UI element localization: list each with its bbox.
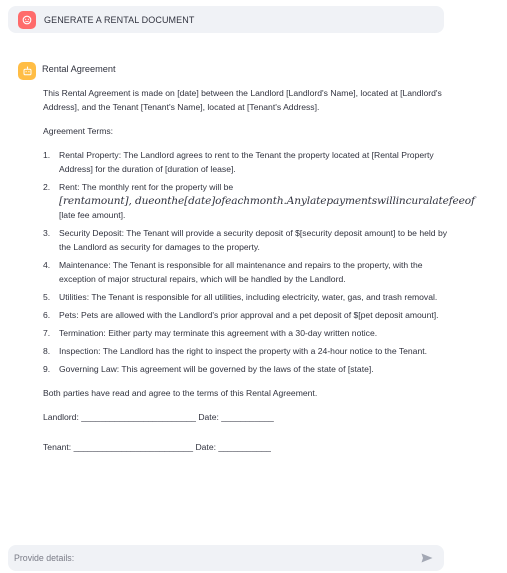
term-number: 9. (43, 364, 51, 374)
user-message: GENERATE A RENTAL DOCUMENT (8, 6, 444, 33)
term-text: Governing Law: This agreement will be go… (59, 364, 374, 374)
term-number: 2. (43, 182, 51, 192)
terms-heading: Agreement Terms: (43, 126, 114, 136)
term-text: Termination: Either party may terminate … (59, 328, 378, 338)
term-item: 3. Security Deposit: The Tenant will prov… (43, 226, 448, 254)
user-avatar-icon (18, 10, 36, 29)
term-tail-text: [late fee amount]. (59, 210, 126, 220)
intro-paragraph: This Rental Agreement is made on [date] … (43, 88, 442, 112)
term-item: 6. Pets: Pets are allowed with the Landlo… (43, 308, 448, 322)
term-item: 1. Rental Property: The Landlord agrees t… (43, 148, 448, 176)
term-text: Rent: The monthly rent for the property … (59, 182, 234, 192)
term-item: 5. Utilities: The Tenant is responsible f… (43, 290, 448, 304)
term-number: 6. (43, 310, 51, 320)
terms-list: 1. Rental Property: The Landlord agrees t… (43, 148, 475, 376)
term-text: Maintenance: The Tenant is responsible f… (59, 260, 423, 284)
term-item: 7. Termination: Either party may terminat… (43, 326, 448, 340)
chat-input-bar (8, 545, 444, 571)
term-text: Inspection: The Landlord has the right t… (59, 346, 428, 356)
term-number: 5. (43, 292, 51, 302)
term-number: 3. (43, 228, 51, 238)
term-number: 7. (43, 328, 51, 338)
tenant-signature-line: Tenant: _________________________ Date: … (43, 442, 271, 452)
chat-input[interactable] (14, 553, 394, 563)
term-text: Security Deposit: The Tenant will provid… (59, 228, 448, 252)
send-icon (421, 553, 433, 563)
rental-agreement-body: This Rental Agreement is made on [date] … (43, 86, 475, 470)
user-message-text: GENERATE A RENTAL DOCUMENT (44, 14, 195, 25)
term-text: Utilities: The Tenant is responsible for… (59, 292, 438, 302)
term-math-text: [rentamount], dueonthe[date]ofeachmonth.… (59, 195, 475, 207)
closing-paragraph: Both parties have read and agree to the … (43, 388, 318, 398)
term-number: 1. (43, 150, 51, 160)
term-item: 4. Maintenance: The Tenant is responsible… (43, 258, 448, 286)
assistant-avatar-icon (18, 62, 36, 80)
term-item: 8. Inspection: The Landlord has the right… (43, 344, 448, 358)
landlord-signature-line: Landlord: ________________________ Date:… (43, 412, 274, 422)
term-text: Rental Property: The Landlord agrees to … (59, 150, 434, 174)
term-item: 9. Governing Law: This agreement will be … (43, 362, 448, 376)
send-button[interactable] (420, 551, 434, 565)
term-number: 4. (43, 260, 51, 270)
term-text: Pets: Pets are allowed with the Landlord… (59, 310, 439, 320)
assistant-title: Rental Agreement (42, 64, 116, 74)
term-number: 8. (43, 346, 51, 356)
term-item: 2. Rent: The monthly rent for the propert… (43, 180, 475, 222)
